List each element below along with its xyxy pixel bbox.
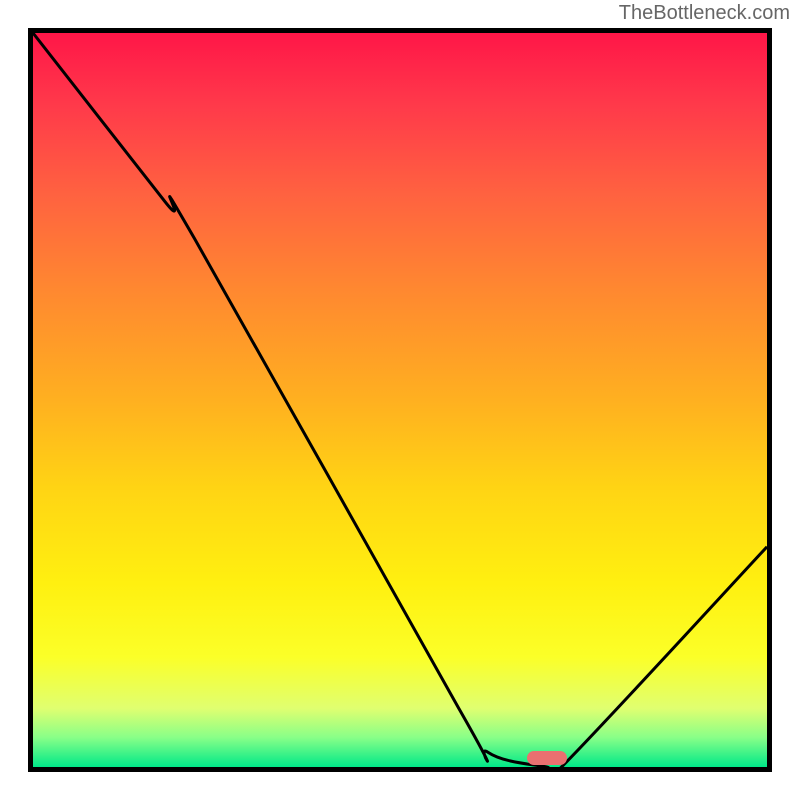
watermark-text: TheBottleneck.com xyxy=(619,2,790,25)
bottleneck-curve xyxy=(33,33,767,767)
optimal-marker-icon xyxy=(527,751,567,765)
chart-frame xyxy=(28,28,772,772)
